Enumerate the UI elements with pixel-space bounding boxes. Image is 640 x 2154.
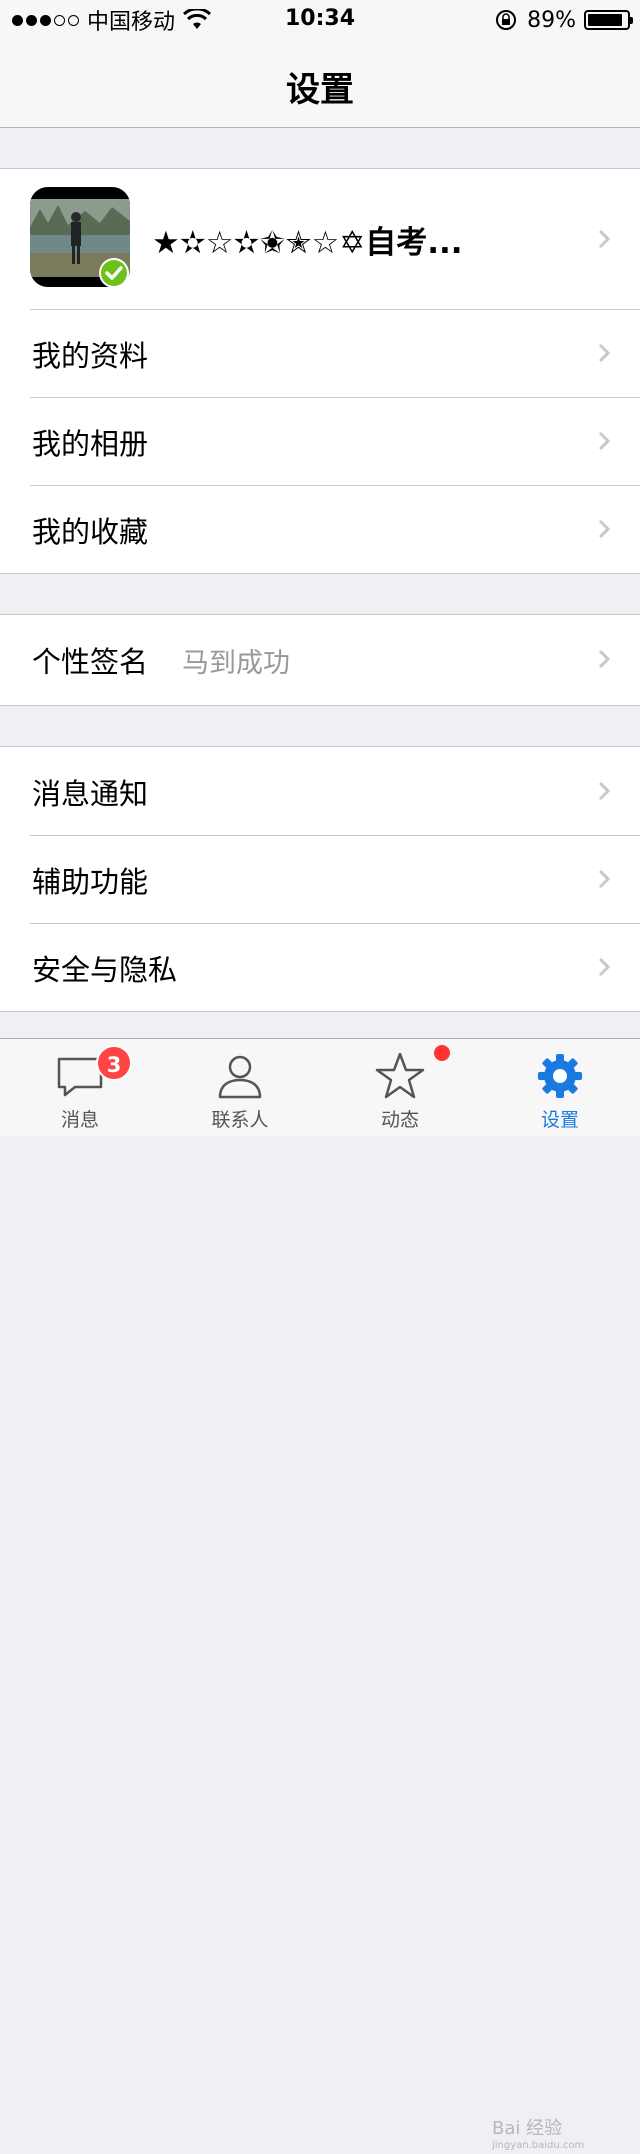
- person-icon: [218, 1055, 262, 1099]
- rotation-lock-icon: [496, 10, 517, 30]
- signature-group: 个性签名 马到成功: [0, 614, 640, 706]
- row-notifications[interactable]: 消息通知: [0, 747, 640, 835]
- status-bar: 中国移动 10:34 89%: [0, 0, 640, 40]
- watermark: Bai 经验 jingyan.baidu.com: [492, 2114, 612, 2154]
- row-label: 个性签名: [32, 645, 149, 679]
- check-circle-icon: [99, 258, 129, 288]
- row-label: 我的收藏: [32, 515, 149, 549]
- watermark-text: Bai 经验: [492, 2118, 563, 2139]
- tab-bar: 3 消息 联系人 动态 设置 Bai 经验 jingyan.baidu.com: [0, 1038, 640, 2151]
- status-right: 89%: [495, 6, 633, 34]
- row-label: 消息通知: [32, 777, 149, 811]
- chevron-right-icon: [598, 343, 610, 363]
- tab-label: 动态: [380, 1109, 419, 1131]
- battery-fill: [588, 14, 622, 26]
- row-security-privacy[interactable]: 安全与隐私: [0, 923, 640, 1011]
- signature-value: 马到成功: [182, 648, 290, 679]
- unread-badge: 3: [96, 1045, 132, 1081]
- tab-label: 设置: [540, 1109, 579, 1131]
- profile-group: ★✫☆✫✬✭☆✡自考... 我的资料 我的相册 我的收藏: [0, 168, 640, 574]
- row-my-favorites[interactable]: 我的收藏: [0, 485, 640, 573]
- battery-percent: 89%: [527, 7, 576, 33]
- tab-settings[interactable]: 设置: [480, 1039, 640, 1137]
- profile-row[interactable]: ★✫☆✫✬✭☆✡自考...: [0, 169, 640, 309]
- chevron-right-icon: [598, 229, 610, 249]
- tab-messages[interactable]: 3 消息: [0, 1039, 160, 1137]
- row-signature[interactable]: 个性签名 马到成功: [0, 615, 640, 705]
- gear-icon: [538, 1054, 582, 1098]
- tab-label: 联系人: [211, 1109, 269, 1131]
- tab-contacts[interactable]: 联系人: [160, 1039, 320, 1137]
- row-my-album[interactable]: 我的相册: [0, 397, 640, 485]
- row-label: 我的资料: [32, 339, 149, 373]
- tab-moments[interactable]: 动态: [320, 1039, 480, 1137]
- watermark-subtext: jingyan.baidu.com: [492, 2140, 585, 2151]
- chevron-right-icon: [598, 649, 610, 669]
- chevron-right-icon: [598, 957, 610, 977]
- profile-name: ★✫☆✫✬✭☆✡自考...: [152, 225, 463, 261]
- row-accessibility[interactable]: 辅助功能: [0, 835, 640, 923]
- tab-label: 消息: [60, 1109, 99, 1131]
- row-my-profile[interactable]: 我的资料: [0, 309, 640, 397]
- nav-bar: 设置: [0, 40, 640, 128]
- chevron-right-icon: [598, 431, 610, 451]
- star-icon: [375, 1052, 425, 1099]
- chevron-right-icon: [598, 519, 610, 539]
- settings-group: 消息通知 辅助功能 安全与隐私: [0, 746, 640, 1012]
- row-label: 辅助功能: [32, 865, 149, 899]
- battery-icon: [584, 10, 633, 30]
- row-label: 我的相册: [32, 427, 149, 461]
- row-label: 安全与隐私: [32, 953, 178, 987]
- page-title: 设置: [286, 70, 354, 110]
- chevron-right-icon: [598, 781, 610, 801]
- new-activity-dot: [434, 1045, 450, 1061]
- chevron-right-icon: [598, 869, 610, 889]
